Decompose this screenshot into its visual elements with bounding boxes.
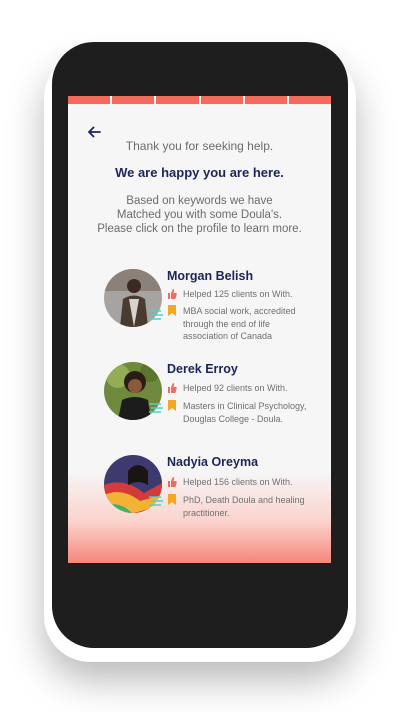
helped-count: Helped 125 clients on With. (183, 289, 293, 299)
verified-lines-icon (149, 496, 163, 506)
progress-segment (200, 96, 243, 104)
progress-segment (244, 96, 287, 104)
verified-lines-icon (149, 403, 163, 413)
doula-name: Derek Erroy (167, 362, 238, 376)
doula-card-derek-erroy[interactable]: Derek Erroy Helped 92 clients on With. M… (104, 362, 324, 434)
verified-lines-icon (149, 310, 163, 320)
app-screen: Thank you for seeking help. We are happy… (68, 96, 331, 563)
helped-row: Helped 125 clients on With. (167, 288, 317, 301)
credentials-text: Masters in Clinical Psychology, Douglas … (183, 401, 307, 424)
progress-bar (68, 96, 331, 104)
bookmark-icon (168, 305, 176, 316)
doula-card-morgan-belish[interactable]: Morgan Belish Helped 125 clients on With… (104, 269, 324, 351)
helped-count: Helped 156 clients on With. (183, 477, 293, 487)
credentials-row: MBA social work, accredited through the … (167, 305, 317, 343)
credentials-row: Masters in Clinical Psychology, Douglas … (167, 400, 317, 425)
doula-name: Morgan Belish (167, 269, 254, 283)
thumbs-up-icon (168, 477, 177, 487)
progress-segment (156, 96, 199, 104)
doula-card-nadyia-oreyma[interactable]: Nadyia Oreyma Helped 156 clients on With… (104, 455, 324, 527)
thumbs-up-icon (168, 289, 177, 299)
progress-segment (288, 96, 331, 104)
match-message: Based on keywords we have Matched you wi… (97, 195, 302, 235)
credentials-text: MBA social work, accredited through the … (183, 306, 296, 341)
thumbs-up-icon (168, 383, 177, 393)
progress-segment (68, 96, 111, 104)
credentials-row: PhD, Death Doula and healing practitione… (167, 494, 317, 519)
bookmark-icon (168, 494, 176, 505)
helped-row: Helped 92 clients on With. (167, 382, 317, 395)
helped-row: Helped 156 clients on With. (167, 476, 317, 489)
page-headline: We are happy you are here. (115, 165, 284, 180)
bookmark-icon (168, 400, 176, 411)
progress-segment (112, 96, 155, 104)
helped-count: Helped 92 clients on With. (183, 383, 288, 393)
greeting-text: Thank you for seeking help. (125, 139, 274, 153)
doula-name: Nadyia Oreyma (167, 455, 259, 469)
credentials-text: PhD, Death Doula and healing practitione… (183, 495, 305, 518)
